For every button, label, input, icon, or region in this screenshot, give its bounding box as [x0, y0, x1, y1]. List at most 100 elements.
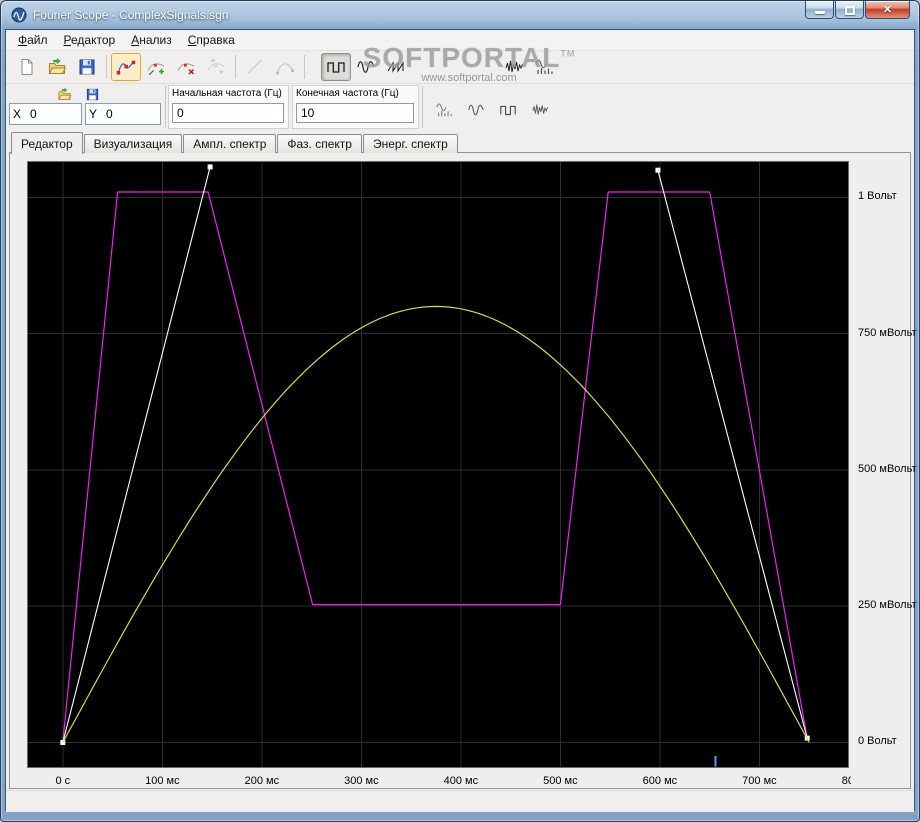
- toolbar-separator: [235, 55, 236, 79]
- y-tick-label: 750 мВольт: [858, 326, 917, 339]
- signal-plot-canvas[interactable]: [27, 161, 849, 768]
- fft-icon: [534, 57, 554, 77]
- tab-ampl-spectrum[interactable]: Ампл. спектр: [183, 134, 277, 153]
- statusbar: [6, 790, 914, 812]
- x-tick-label: 200 мс: [244, 775, 280, 787]
- start-frequency-group: Начальная частота (Гц) 0: [168, 85, 289, 129]
- start-frequency-label: Начальная частота (Гц): [172, 88, 282, 99]
- x-coordinate-field[interactable]: X 0: [9, 103, 82, 125]
- fft-icon: [435, 101, 453, 119]
- line-tool-icon: [245, 57, 265, 77]
- window-title: Fourier Scope - ComplexSignals.sgn: [33, 8, 229, 22]
- x-tick-label: 400 мс: [443, 775, 479, 787]
- delete-point-icon: [176, 57, 196, 77]
- titlebar[interactable]: Fourier Scope - ComplexSignals.sgn ✕: [1, 1, 919, 29]
- maximize-button[interactable]: [835, 1, 864, 19]
- start-frequency-input[interactable]: 0: [172, 103, 284, 123]
- end-frequency-input[interactable]: 10: [296, 103, 414, 123]
- window-controls: ✕: [805, 1, 910, 19]
- sawtooth-wave-button[interactable]: [381, 53, 411, 81]
- curve-tool-icon: [275, 57, 295, 77]
- tab-energy-spectrum[interactable]: Энерг. спектр: [362, 134, 458, 153]
- app-window: Fourier Scope - ComplexSignals.sgn ✕ Фай…: [0, 0, 920, 822]
- x-tick-label: 100 мс: [145, 775, 180, 787]
- y-value: 0: [106, 107, 113, 121]
- toolbar-separator: [165, 86, 166, 128]
- x-tick-label: 0 с: [55, 775, 71, 787]
- y-coordinate-field[interactable]: Y 0: [85, 103, 161, 125]
- client-area: Файл Редактор Анализ Справка X 0 Y 0 Началь…: [5, 29, 917, 812]
- add-point-button[interactable]: [141, 53, 171, 81]
- tab-phase-spectrum[interactable]: Фаз. спектр: [277, 134, 362, 153]
- open-signal-button[interactable]: [50, 85, 78, 104]
- fourier-transform-button[interactable]: [430, 97, 458, 123]
- sine-wave-icon: [467, 101, 485, 119]
- delete-point-button[interactable]: [171, 53, 201, 81]
- line-tool-button[interactable]: [240, 53, 270, 81]
- save-file-icon: [85, 87, 100, 102]
- y-tick-label: 0 Вольт: [858, 735, 897, 748]
- y-tick-label: 500 мВольт: [858, 462, 917, 475]
- toolbar-separator: [106, 55, 107, 79]
- fourier-analyze-button[interactable]: [529, 53, 559, 81]
- noise-signal-button[interactable]: [526, 97, 554, 123]
- x-tick-label: 300 мс: [344, 775, 379, 787]
- params-toolbar: X 0 Y 0 Начальная частота (Гц) 0 Конечна…: [6, 84, 914, 131]
- toolbar2-left-buttons: [50, 85, 106, 104]
- end-frequency-group: Конечная частота (Гц) 10: [292, 85, 419, 129]
- curve-tool-button[interactable]: [270, 53, 300, 81]
- menu-edit[interactable]: Редактор: [56, 31, 124, 49]
- tab-editor[interactable]: Редактор: [11, 132, 83, 154]
- toolbar-separator: [304, 55, 305, 79]
- move-point-icon: [206, 57, 226, 77]
- menu-file[interactable]: Файл: [10, 31, 56, 49]
- sine-wave-button[interactable]: [351, 53, 381, 81]
- toolbar2-right-buttons: [430, 97, 554, 123]
- menu-analysis[interactable]: Анализ: [123, 31, 180, 49]
- square-wave-icon: [326, 57, 346, 77]
- save-signal-button[interactable]: [78, 85, 106, 104]
- square-wave-button[interactable]: [321, 53, 351, 81]
- x-tick-label: 700 мс: [742, 775, 777, 787]
- harmonic-signal-button[interactable]: [462, 97, 490, 123]
- app-icon: [11, 7, 27, 23]
- menu-help[interactable]: Справка: [180, 31, 243, 49]
- add-point-icon: [146, 57, 166, 77]
- maximize-icon: [844, 6, 855, 15]
- x-tick-label: 800 мс: [841, 775, 851, 787]
- square-wave-icon: [499, 101, 517, 119]
- minimize-icon: [814, 11, 825, 14]
- sawtooth-wave-icon: [386, 57, 406, 77]
- open-file-icon: [47, 57, 67, 77]
- x-tick-label: 500 мс: [543, 775, 578, 787]
- noise-wave-button[interactable]: [499, 53, 529, 81]
- end-frequency-label: Конечная частота (Гц): [296, 88, 399, 99]
- close-icon: ✕: [882, 4, 893, 16]
- save-file-icon: [77, 57, 97, 77]
- tab-visualization[interactable]: Визуализация: [83, 134, 183, 153]
- y-tick-label: 250 мВольт: [858, 599, 917, 612]
- toolbar-separator: [422, 86, 423, 128]
- tabstrip: Редактор Визуализация Ампл. спектр Фаз. спе…: [6, 131, 914, 154]
- edit-points-icon: [116, 57, 136, 77]
- close-button[interactable]: ✕: [865, 1, 910, 19]
- open-file-button[interactable]: [42, 53, 72, 81]
- minimize-button[interactable]: [805, 1, 834, 19]
- new-file-icon: [17, 57, 37, 77]
- x-tick-label: 600 мс: [642, 775, 678, 787]
- new-file-button[interactable]: [12, 53, 42, 81]
- x-value: 0: [30, 107, 37, 121]
- noise-wave-icon: [531, 101, 549, 119]
- impulse-signal-button[interactable]: [494, 97, 522, 123]
- sine-wave-icon: [356, 57, 376, 77]
- save-file-button[interactable]: [72, 53, 102, 81]
- open-file-icon: [57, 87, 72, 102]
- move-point-button[interactable]: [201, 53, 231, 81]
- edit-points-button[interactable]: [111, 53, 141, 81]
- y-label: Y: [89, 107, 98, 121]
- editor-tabpage: 0 Вольт 250 мВольт 500 мВольт 750 мВольт 1 В…: [9, 152, 917, 789]
- y-axis-labels: 0 Вольт 250 мВольт 500 мВольт 750 мВольт 1 В…: [855, 153, 920, 788]
- main-toolbar: [6, 51, 914, 84]
